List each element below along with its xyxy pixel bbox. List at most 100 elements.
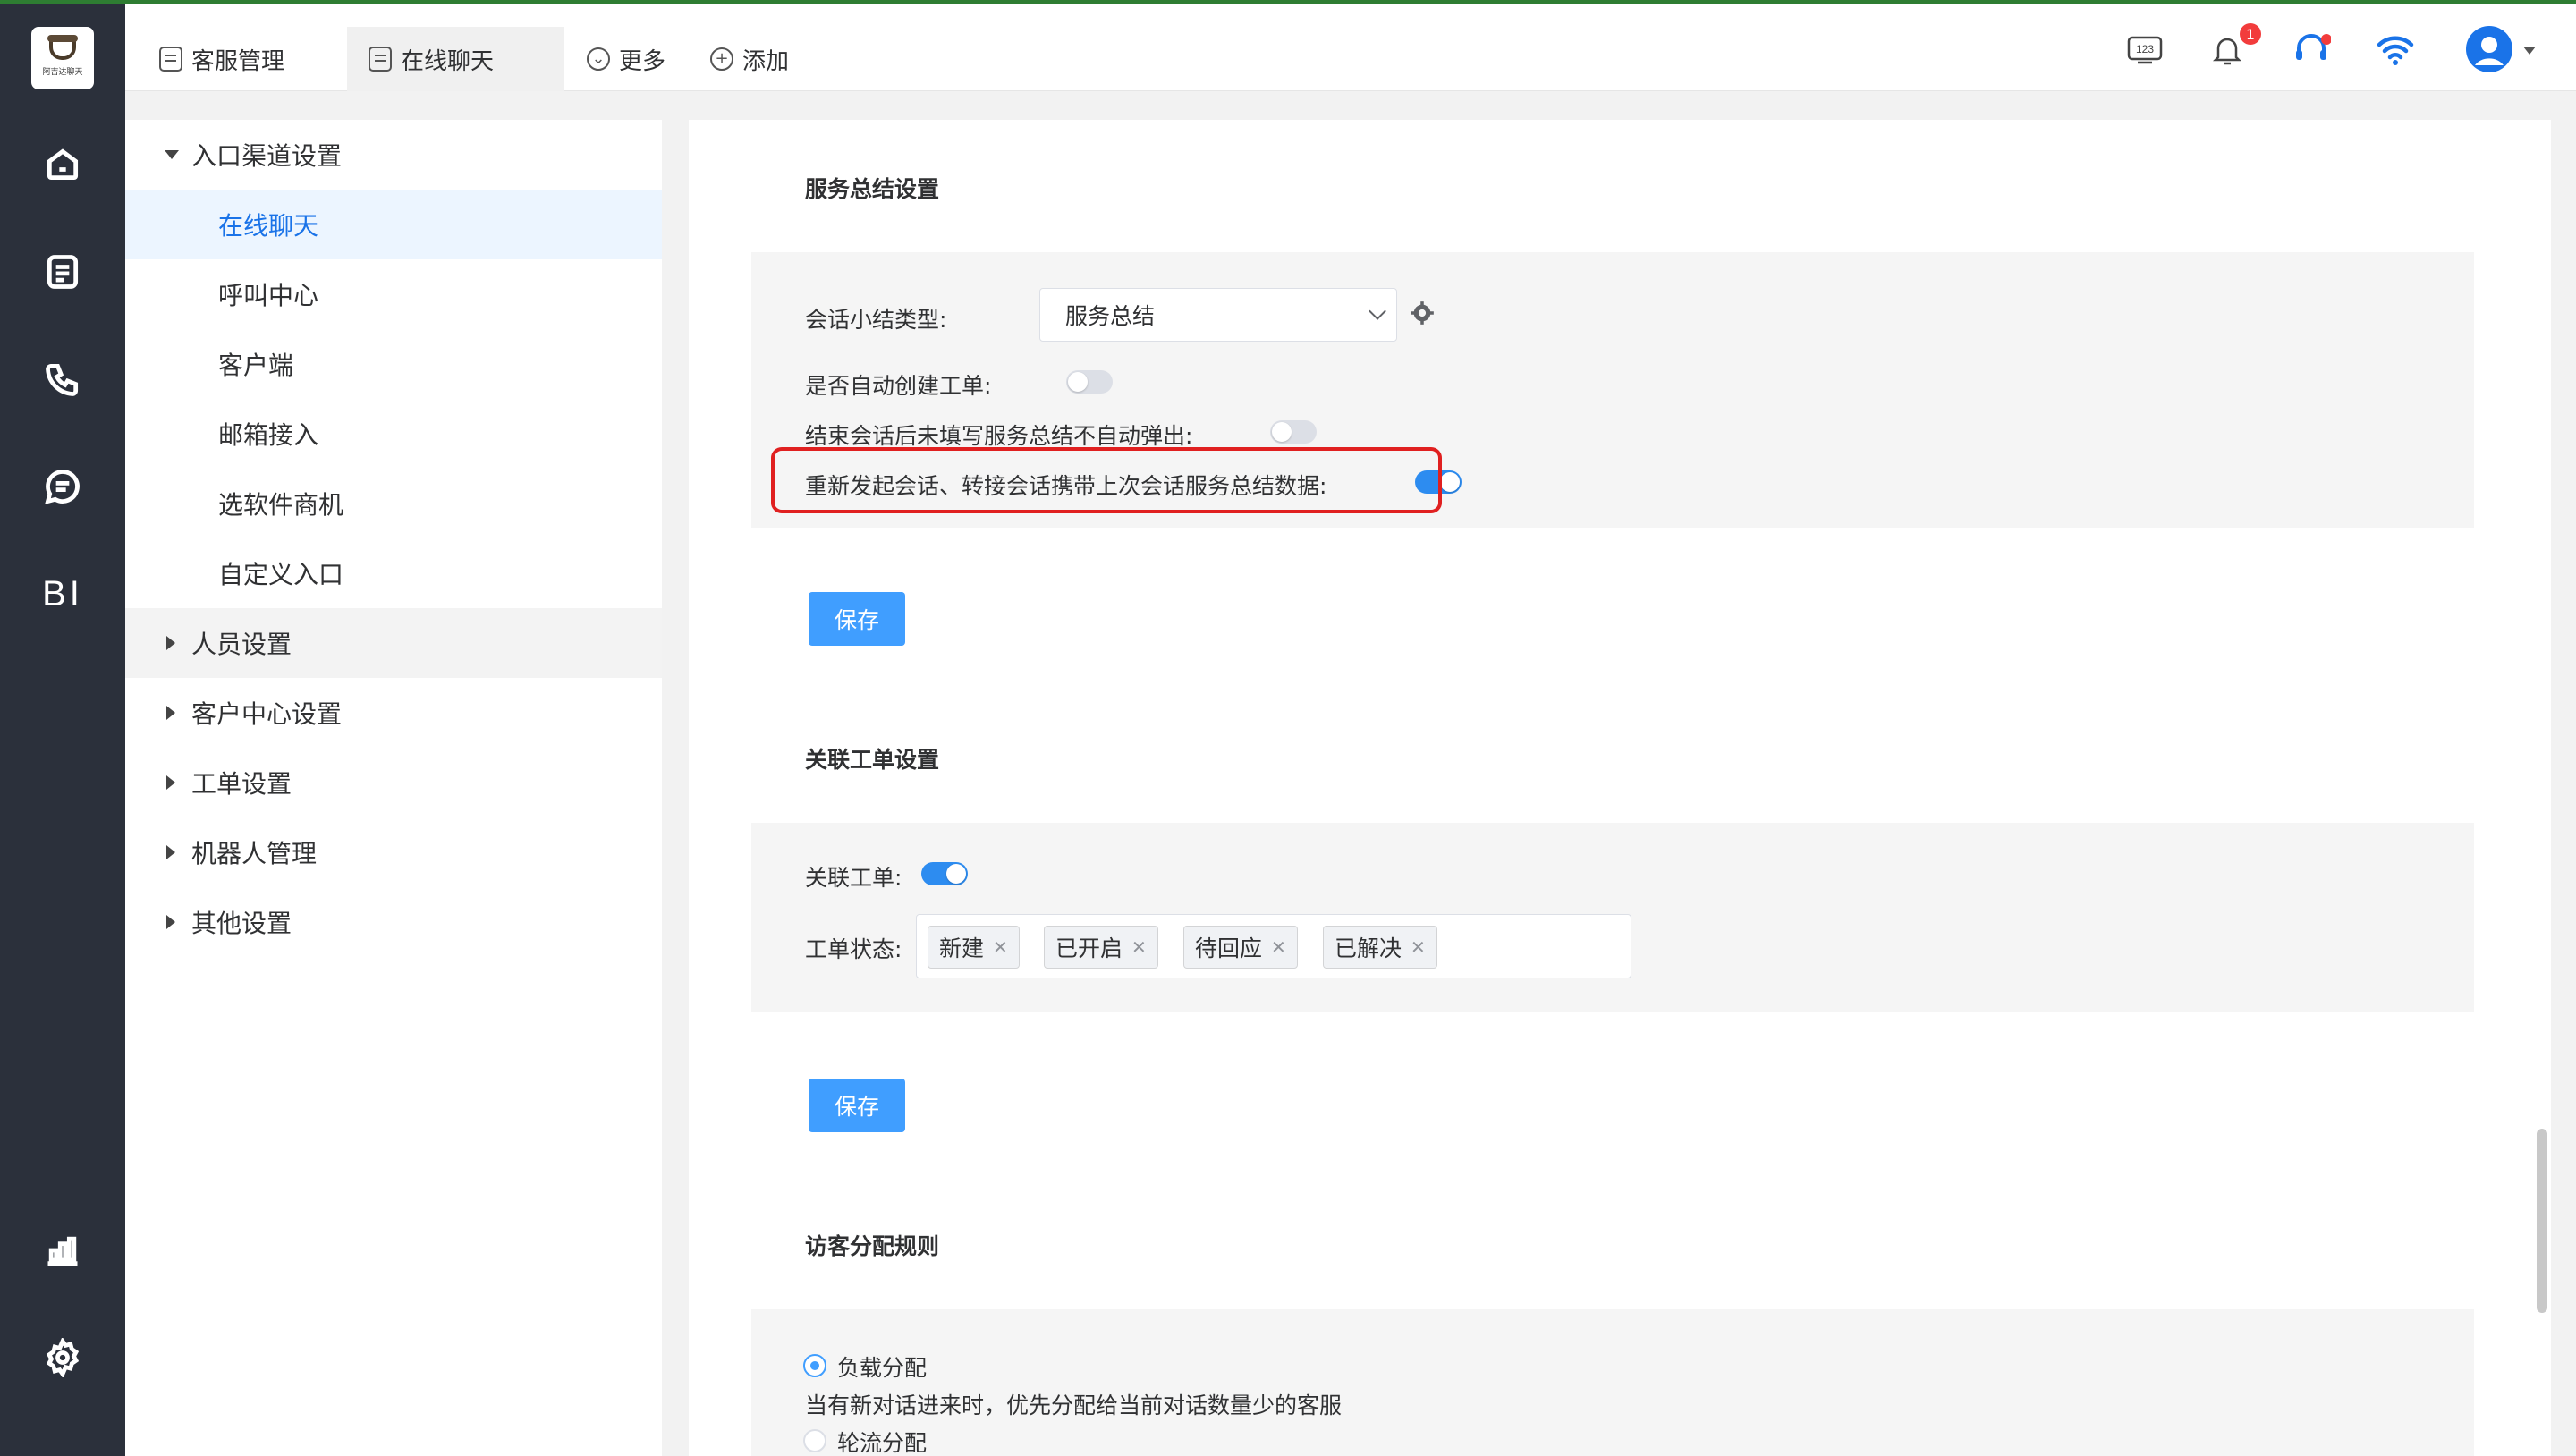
tree-item-client[interactable]: 客户端 [125,329,662,399]
visitor-rule-box: 负载分配 当有新对话进来时，优先分配给当前对话数量少的客服 轮流分配 [751,1309,2474,1456]
summary-type-label: 会话小结类型: [805,307,947,333]
close-icon[interactable]: ✕ [1271,936,1286,958]
tree-item-other-settings[interactable]: 其他设置 [125,887,662,957]
round-robin-label: 轮流分配 [837,1430,928,1456]
tree-item-ticket-settings[interactable]: 工单设置 [125,748,662,817]
tree-label: 选软件商机 [218,490,344,520]
status-tag: 已开启 ✕ [1044,926,1158,969]
status-tag: 已解决 ✕ [1323,926,1437,969]
chevron-circle-icon: ⌄ [587,47,610,71]
logo-cup-icon [47,34,78,60]
section-title-visitor-rule: 访客分配规则 [805,1233,940,1259]
status-tag: 新建 ✕ [928,926,1020,969]
chat-icon[interactable] [39,463,86,510]
tab-label: 添加 [742,47,790,75]
notification-badge: 1 [2240,23,2261,45]
radio-round-robin[interactable] [803,1429,826,1452]
tag-label: 待回应 [1195,935,1263,961]
settings-gear-icon[interactable] [39,1334,86,1381]
document-icon[interactable] [39,249,86,295]
tree-label: 人员设置 [191,630,292,659]
doc-icon [369,47,392,72]
tab-label: 在线聊天 [401,47,495,75]
tree-item-call-center[interactable]: 呼叫中心 [125,259,662,329]
tree-item-online-chat[interactable]: 在线聊天 [125,190,662,259]
caret-right-icon [166,775,175,790]
main-panel: 服务总结设置 会话小结类型: 服务总结 是否自动创建工单: 结束会话后未填写服务… [689,120,2551,1456]
tree-label: 客户中心设置 [191,699,343,729]
tab-more[interactable]: ⌄ 更多 [565,27,682,91]
settings-gear-icon[interactable] [1410,301,1435,326]
tab-label: 客服管理 [191,47,285,75]
doc-icon [159,47,182,72]
linked-ticket-box: 关联工单: 工单状态: 新建 ✕ 已开启 ✕ 待回应 ✕ 已解决 ✕ [751,823,2474,1012]
tree-item-custom-entry[interactable]: 自定义入口 [125,538,662,608]
tree-item-robot-mgmt[interactable]: 机器人管理 [125,817,662,887]
radio-load-balance[interactable] [803,1354,826,1377]
caret-right-icon [166,706,175,720]
phone-icon[interactable] [39,356,86,402]
link-ticket-label: 关联工单: [805,865,902,891]
wifi-icon [2368,23,2422,77]
tree-label: 呼叫中心 [218,281,319,310]
ticket-status-label: 工单状态: [805,936,902,962]
save-button[interactable]: 保存 [809,1079,905,1132]
status-tag: 待回应 ✕ [1183,926,1298,969]
load-balance-desc: 当有新对话进来时，优先分配给当前对话数量少的客服 [805,1393,1343,1418]
bi-icon[interactable]: BI [39,571,86,617]
home-icon[interactable] [39,141,86,188]
tag-label: 已开启 [1055,935,1123,961]
tree-label: 工单设置 [191,769,292,799]
tab-online-chat[interactable]: 在线聊天 [347,27,564,91]
avatar-icon [2466,26,2512,72]
tab-customer-service-mgmt[interactable]: 客服管理 [138,27,335,91]
left-rail: 阿吉达聊天 BI [0,4,125,1456]
select-value: 服务总结 [1065,303,1156,329]
tag-label: 已解决 [1335,935,1402,961]
settings-tree: 入口渠道设置 在线聊天 呼叫中心 客户端 邮箱接入 选软件商机 自定义入口 人员… [125,120,662,1456]
app-logo[interactable]: 阿吉达聊天 [31,27,94,89]
close-icon[interactable]: ✕ [993,936,1008,958]
auto-ticket-label: 是否自动创建工单: [805,373,992,399]
caret-right-icon [166,845,175,859]
chevron-down-icon [1368,302,1386,320]
tag-label: 新建 [939,935,985,961]
section-title-linked-ticket: 关联工单设置 [805,747,940,773]
link-ticket-switch[interactable] [921,862,968,885]
tree-label: 邮箱接入 [218,420,319,450]
tab-add[interactable]: + 添加 [689,27,805,91]
close-icon[interactable]: ✕ [1411,936,1426,958]
bar-chart-icon[interactable] [39,1227,86,1274]
caret-right-icon [166,636,175,650]
no-popup-switch[interactable] [1270,420,1317,444]
ticket-status-select[interactable]: 新建 ✕ 已开启 ✕ 待回应 ✕ 已解决 ✕ [916,914,1631,978]
section-title-service-summary: 服务总结设置 [805,176,940,202]
top-bar: 客服管理 在线聊天 ⌄ 更多 + 添加 123 1 [125,4,2576,91]
save-button[interactable]: 保存 [809,592,905,646]
chevron-down-icon [2523,46,2536,55]
tree-label: 入口渠道设置 [191,141,343,171]
tree-item-customer-center[interactable]: 客户中心设置 [125,678,662,748]
load-balance-label: 负载分配 [837,1355,928,1381]
keypad-icon[interactable]: 123 [2118,23,2172,77]
close-icon[interactable]: ✕ [1131,936,1147,958]
tree-label: 其他设置 [191,909,292,938]
tree-label: 在线聊天 [218,211,319,241]
caret-down-icon [165,150,179,159]
summary-type-select[interactable]: 服务总结 [1039,288,1397,342]
user-avatar-dropdown[interactable] [2451,23,2549,77]
tree-item-software-opportunity[interactable]: 选软件商机 [125,469,662,538]
plus-circle-icon: + [710,47,733,71]
tree-label: 客户端 [218,351,294,380]
headset-icon[interactable] [2284,23,2338,77]
auto-ticket-switch[interactable] [1066,370,1113,394]
svg-text:123: 123 [2136,43,2154,55]
scrollbar[interactable] [2537,1129,2547,1313]
tree-item-staff-settings[interactable]: 人员设置 [125,608,662,678]
tree-item-email[interactable]: 邮箱接入 [125,399,662,469]
notification-bell-icon[interactable]: 1 [2200,23,2261,77]
no-popup-label: 结束会话后未填写服务总结不自动弹出: [805,423,1193,449]
logo-text: 阿吉达聊天 [42,67,83,77]
tree-item-entry-channel[interactable]: 入口渠道设置 [125,120,662,190]
tree-label: 机器人管理 [191,839,318,868]
